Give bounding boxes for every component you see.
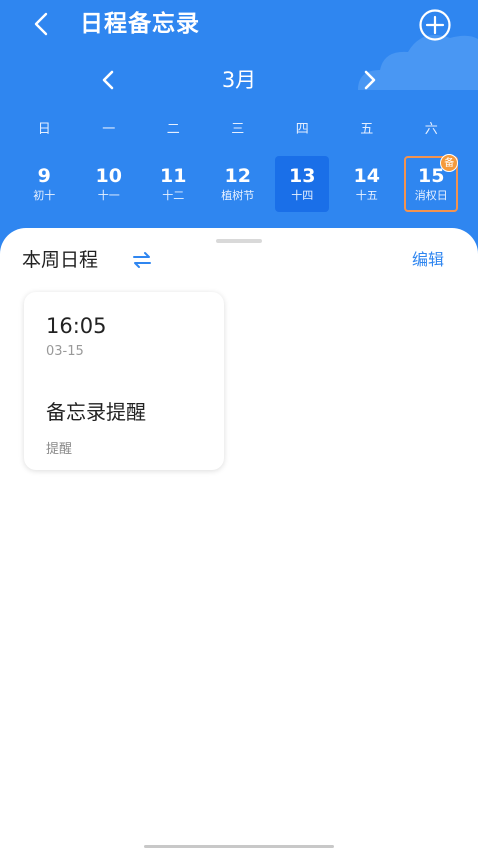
month-navigator: 3月 (0, 60, 478, 100)
schedule-card[interactable]: 16:05 03-15 备忘录提醒 提醒 (24, 292, 224, 470)
drag-handle[interactable] (216, 239, 262, 243)
date-number: 13 (289, 165, 316, 187)
month-label: 3月 (221, 68, 257, 92)
plus-circle-icon[interactable] (418, 8, 452, 42)
card-time: 16:05 (46, 314, 107, 338)
card-tag: 提醒 (46, 442, 73, 457)
weekday-label: 五 (360, 122, 374, 137)
lunar-label: 十四 (291, 189, 314, 202)
lunar-label: 十五 (355, 189, 378, 202)
date-number: 10 (95, 165, 122, 187)
date-number: 12 (224, 165, 251, 187)
header: 日程备忘录 3月 日 一 二 三 四 五 六 9 初十 10 十一 11 十二 … (0, 0, 478, 260)
lunar-label: 初十 (33, 189, 56, 202)
date-number: 9 (37, 165, 51, 187)
weekday-label: 三 (231, 122, 245, 137)
top-bar: 日程备忘录 (0, 0, 478, 48)
date-cell[interactable]: 11 十二 (146, 156, 200, 212)
back-arrow-icon[interactable] (28, 8, 56, 40)
date-cell-with-memo[interactable]: 15 消权日 备 (404, 154, 459, 212)
schedule-sheet: 本周日程 编辑 16:05 03-15 备忘录提醒 提醒 (0, 228, 478, 850)
chevron-right-icon[interactable] (356, 66, 382, 94)
weekday-label: 四 (295, 122, 309, 137)
date-cell[interactable]: 10 十一 (82, 156, 136, 212)
lunar-label: 消权日 (414, 189, 448, 202)
date-cell[interactable]: 14 十五 (340, 156, 394, 212)
page-title: 日程备忘录 (80, 11, 200, 37)
section-title: 本周日程 (22, 249, 99, 271)
date-cell-selected[interactable]: 13 十四 (275, 156, 330, 212)
date-cell[interactable]: 9 初十 (17, 156, 71, 212)
card-date: 03-15 (46, 344, 84, 359)
date-number: 11 (160, 165, 187, 187)
card-title: 备忘录提醒 (46, 400, 146, 424)
weekday-label: 六 (424, 122, 438, 137)
swap-arrows-icon[interactable] (131, 249, 153, 271)
edit-button[interactable]: 编辑 (412, 248, 444, 272)
lunar-label: 十二 (162, 189, 185, 202)
date-cell[interactable]: 12 植树节 (211, 156, 265, 212)
chevron-left-icon[interactable] (96, 66, 122, 94)
week-dates: 9 初十 10 十一 11 十二 12 植树节 13 十四 14 十五 15 消… (12, 154, 466, 212)
home-indicator (144, 845, 334, 848)
date-number: 14 (353, 165, 380, 187)
lunar-label: 十一 (97, 189, 120, 202)
lunar-label: 植树节 (221, 189, 255, 202)
weekday-label: 日 (37, 122, 51, 137)
weekday-label: 一 (102, 122, 116, 137)
weekday-label: 二 (166, 122, 180, 137)
weekday-row: 日 一 二 三 四 五 六 (12, 118, 466, 142)
